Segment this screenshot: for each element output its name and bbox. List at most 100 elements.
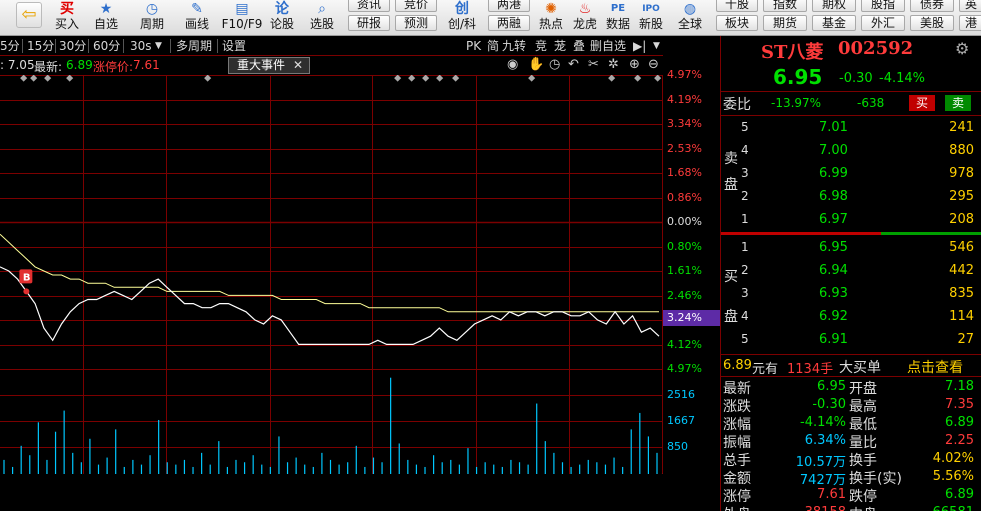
period-5m[interactable]: 5分 — [0, 38, 20, 54]
period-button[interactable]: ◷ 周期 — [133, 0, 171, 36]
news-button[interactable]: 资讯 — [348, 0, 390, 12]
ipo-button[interactable]: IPO 新股 — [636, 0, 666, 36]
funds-button[interactable]: 基金 — [812, 15, 856, 31]
order-price: 6.97 — [819, 212, 848, 227]
gear-icon[interactable]: ⚙ — [955, 39, 969, 58]
buy-order-row[interactable]: 2 6.94 442 — [721, 261, 981, 281]
buy-point-dot — [23, 288, 30, 295]
fund-flow-toggle[interactable]: 茏 — [554, 38, 566, 54]
simplified-button[interactable]: 简 — [487, 38, 499, 54]
stat-value: 6.89 — [945, 487, 974, 502]
ten-stocks-button[interactable]: 十股 — [716, 0, 758, 12]
chuangke-button[interactable]: 创 创/科 — [444, 0, 480, 36]
period-15m[interactable]: 15分 — [27, 38, 54, 54]
pk-button[interactable]: PK — [466, 38, 481, 54]
undo-icon[interactable]: ↶ — [568, 57, 579, 72]
close-icon[interactable]: ✕ — [293, 58, 303, 73]
hot-icon: ✺ — [545, 1, 557, 17]
buy-button[interactable]: 买 买入 — [52, 0, 82, 36]
sell-order-row[interactable]: 4 7.00 880 — [721, 141, 981, 161]
sell-order-row[interactable]: 3 6.99 978 — [721, 164, 981, 184]
bonds-button[interactable]: 债券 — [910, 0, 954, 12]
hk-stocks-button[interactable]: 港 — [959, 15, 981, 31]
stat-label: 外盘 — [723, 504, 751, 511]
auction-button[interactable]: 竞价 — [395, 0, 437, 12]
sector-button[interactable]: 板块 — [716, 15, 758, 31]
buy-order-row[interactable]: 5 6.91 27 — [721, 330, 981, 350]
margin-button[interactable]: 两融 — [488, 15, 530, 31]
stats-row: 总手 10.57万 换手 4.02% — [721, 450, 981, 470]
more-top-button[interactable]: 英 — [959, 0, 981, 12]
forex-button[interactable]: 外汇 — [861, 15, 905, 31]
period-60m[interactable]: 60分 — [93, 38, 120, 54]
buy-order-row[interactable]: 4 6.92 114 — [721, 307, 981, 327]
buy-point-text: B — [23, 272, 31, 283]
order-price: 6.95 — [819, 240, 848, 255]
sell-quick-button[interactable]: 卖 — [945, 95, 971, 111]
buy-order-row[interactable]: 3 6.93 835 — [721, 284, 981, 304]
major-events-label: 重大事件 — [237, 58, 286, 72]
order-volume: 241 — [949, 120, 974, 135]
price-change-pct: -4.14% — [879, 71, 925, 86]
overlay-button[interactable]: 叠 — [573, 38, 585, 54]
period-dropdown-icon[interactable]: ▼ — [155, 38, 162, 54]
auction-toggle[interactable]: 竞 — [535, 38, 547, 54]
buy-order-row[interactable]: 1 6.95 546 — [721, 238, 981, 258]
back-arrow-icon[interactable]: ⇦ — [16, 2, 42, 28]
order-volume: 295 — [949, 189, 974, 204]
period-30m[interactable]: 30分 — [59, 38, 86, 54]
dragon-tiger-label: 龙虎 — [572, 17, 597, 31]
intraday-chart[interactable]: B ✕ — [0, 75, 663, 474]
major-events-tab[interactable]: 重大事件 ✕ — [228, 57, 310, 74]
order-price: 7.00 — [819, 143, 848, 158]
open-price-text: : 7.05 — [0, 58, 35, 72]
discuss-button[interactable]: 论 论股 — [267, 0, 297, 36]
global-button[interactable]: ◍ 全球 — [672, 0, 708, 36]
chuangke-label: 创/科 — [447, 17, 477, 31]
draw-line-button[interactable]: ✎ 画线 — [180, 0, 214, 36]
stock-name: ST八菱 — [761, 42, 824, 63]
order-level: 1 — [741, 240, 749, 254]
view-big-order-link[interactable]: 点击查看 — [907, 357, 963, 377]
nine-turn-button[interactable]: 九转 — [502, 38, 526, 54]
dragon-tiger-button[interactable]: ♨ 龙虎 — [570, 0, 600, 36]
stock-code: 002592 — [838, 38, 914, 59]
sell-order-row[interactable]: 1 6.97 208 — [721, 210, 981, 230]
limit-up-label: 涨停价: — [93, 60, 134, 74]
options-button[interactable]: 期权 — [812, 0, 856, 12]
multi-period-button[interactable]: 多周期 — [176, 38, 212, 54]
scissors-icon[interactable]: ✂ — [588, 57, 599, 72]
settings-button[interactable]: 设置 — [222, 38, 246, 54]
hk-connect-button[interactable]: 两港 — [488, 0, 530, 12]
clock-small-icon[interactable]: ◷ — [549, 57, 560, 72]
f10-button[interactable]: ▤ F10/F9 — [220, 0, 264, 36]
gear-small-icon[interactable]: ✲ — [608, 57, 619, 72]
stat-label: 涨停 — [723, 489, 751, 505]
index-button[interactable]: 指数 — [763, 0, 807, 12]
ipo-icon: IPO — [642, 4, 660, 14]
eye-icon[interactable]: ◉ — [507, 57, 518, 72]
period-30s[interactable]: 30s — [130, 38, 152, 54]
hot-button[interactable]: ✺ 热点 — [536, 0, 566, 36]
pe-icon: PE — [610, 3, 626, 14]
forecast-button[interactable]: 预测 — [395, 15, 437, 31]
hand-icon[interactable]: ✋ — [528, 57, 544, 72]
sell-order-row[interactable]: 5 7.01 241 — [721, 118, 981, 138]
collapse-down-icon[interactable]: ▼ — [653, 38, 660, 54]
sell-order-row[interactable]: 2 6.98 295 — [721, 187, 981, 207]
favorites-button[interactable]: ★ 自选 — [88, 0, 124, 36]
stat-label: 换手(实) — [849, 471, 902, 487]
play-end-icon[interactable]: ▶| — [633, 38, 646, 54]
buy-quick-button[interactable]: 买 — [909, 95, 935, 111]
stock-picker-button[interactable]: ⌕ 选股 — [304, 0, 340, 36]
stat-value: 2.25 — [945, 433, 974, 448]
research-button[interactable]: 研报 — [348, 15, 390, 31]
zoom-in-icon[interactable]: ⊕ — [629, 57, 640, 72]
futures-button[interactable]: 期货 — [763, 15, 807, 31]
stat-label: 涨跌 — [723, 399, 751, 415]
zoom-out-icon[interactable]: ⊖ — [648, 57, 659, 72]
us-stocks-button[interactable]: 美股 — [910, 15, 954, 31]
data-button[interactable]: PE 数据 — [603, 0, 633, 36]
stock-index-button[interactable]: 股指 — [861, 0, 905, 12]
remove-favorite-button[interactable]: 删自选 — [590, 38, 626, 54]
